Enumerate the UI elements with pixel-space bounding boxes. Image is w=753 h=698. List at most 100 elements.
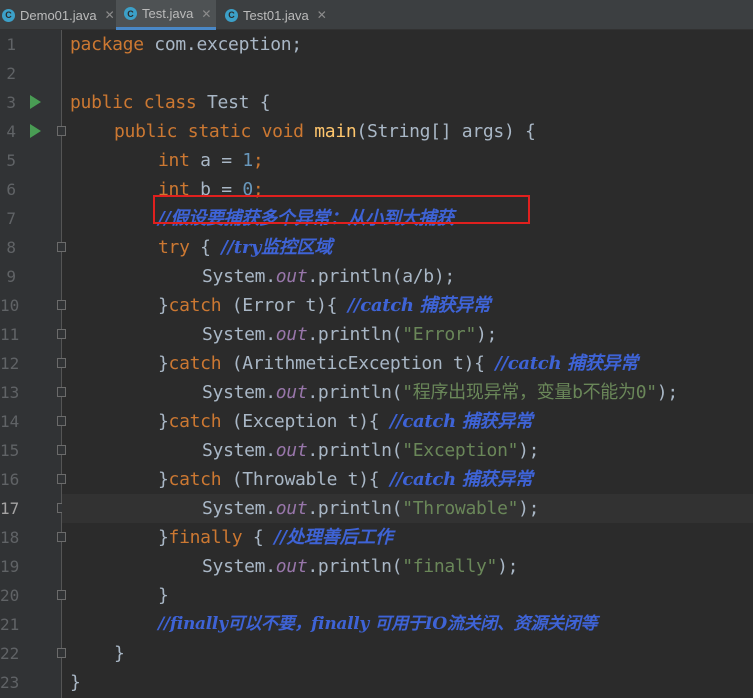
code-line: }catch (Exception t){ //catch 捕获异常	[62, 407, 753, 436]
code-line: int a = 1;	[62, 146, 753, 175]
code-line: System.out.println("Throwable");	[62, 494, 753, 523]
code-text: .println(	[307, 556, 403, 577]
keyword: public	[70, 92, 134, 113]
comment: //处理善后工作	[273, 527, 393, 548]
code-line: package com.exception;	[62, 30, 753, 59]
code-text: {	[242, 527, 274, 548]
code-text: ;	[252, 150, 264, 171]
keyword: finally	[168, 527, 243, 548]
code-text: }	[158, 411, 169, 432]
comment: //catch 捕获异常	[389, 469, 533, 490]
line-number: 9	[6, 267, 16, 286]
editor-tab-bar: C Demo01.java ✕ C Test.java ✕ C Test01.j…	[0, 0, 753, 30]
code-line: }catch (Error t){ //catch 捕获异常	[62, 291, 753, 320]
method-name: main	[314, 121, 357, 142]
keyword: public	[114, 121, 178, 142]
code-line: System.out.println("finally");	[62, 552, 753, 581]
code-text: System.	[202, 498, 276, 519]
line-number: 7	[6, 209, 16, 228]
code-line: }	[62, 581, 753, 610]
line-number: 22	[0, 644, 20, 663]
string-literal: "Throwable"	[402, 498, 519, 519]
string-literal: "程序出现异常，变量b不能为0"	[402, 382, 657, 403]
code-line: public class Test {	[62, 88, 753, 117]
code-text: );	[518, 440, 540, 461]
line-number: 21	[0, 615, 20, 634]
close-icon[interactable]: ✕	[201, 7, 211, 21]
line-number: 4	[6, 122, 16, 141]
code-line: }catch (Throwable t){ //catch 捕获异常	[62, 465, 753, 494]
line-number: 20	[0, 586, 20, 605]
code-text: (Exception t){	[221, 411, 390, 432]
line-number: 3	[6, 93, 16, 112]
code-text: {	[189, 237, 222, 258]
line-number-gutter: 1 2 3 4 5 6 7 8 9 10 11 12 13 14 15 16 1…	[0, 30, 66, 698]
keyword: catch	[168, 469, 222, 490]
code-text: System.	[202, 382, 276, 403]
line-number: 16	[0, 470, 20, 489]
code-line: }	[62, 639, 753, 668]
string-literal: "Exception"	[402, 440, 519, 461]
field-name: out	[275, 324, 308, 345]
code-text: }	[158, 295, 169, 316]
field-name: out	[275, 440, 308, 461]
field-name: out	[275, 266, 308, 287]
field-name: out	[275, 498, 308, 519]
code-line: //finally可以不要，finally 可用于IO流关闭、资源关闭等	[62, 610, 753, 639]
code-text: .println(	[307, 382, 403, 403]
code-text: System.	[202, 266, 276, 287]
code-line: }finally { //处理善后工作	[62, 523, 753, 552]
code-text: Test {	[196, 92, 271, 113]
code-text: (String[] args) {	[356, 121, 536, 142]
number-literal: 1	[242, 150, 253, 171]
run-main-icon[interactable]	[30, 124, 41, 138]
tab-demo01[interactable]: C Demo01.java ✕	[0, 0, 115, 30]
highlight-annotation-box	[153, 195, 530, 224]
keyword: catch	[168, 353, 222, 374]
code-text: System.	[202, 324, 276, 345]
tab-test[interactable]: C Test.java ✕	[116, 0, 216, 30]
code-text: a =	[189, 150, 243, 171]
line-number: 6	[6, 180, 16, 199]
code-text: );	[497, 556, 519, 577]
code-line: System.out.println(a/b);	[62, 262, 753, 291]
code-text: }	[70, 672, 81, 693]
close-icon[interactable]: ✕	[317, 8, 327, 22]
run-class-icon[interactable]	[30, 95, 41, 109]
code-text: .println(	[307, 498, 403, 519]
code-editor[interactable]: package com.exception; public class Test…	[62, 30, 753, 698]
line-number: 15	[0, 441, 20, 460]
code-line: System.out.println("Exception");	[62, 436, 753, 465]
tab-test01[interactable]: C Test01.java ✕	[217, 0, 337, 30]
tab-label: Test01.java	[243, 7, 309, 23]
code-text: (Error t){	[221, 295, 348, 316]
comment: //finally可以不要，finally 可用于IO流关闭、资源关闭等	[158, 614, 598, 634]
code-text: com.exception;	[143, 34, 302, 55]
line-number: 12	[0, 354, 20, 373]
code-line: System.out.println("Error");	[62, 320, 753, 349]
keyword: int	[158, 150, 190, 171]
keyword: try	[158, 237, 190, 258]
string-literal: "finally"	[402, 556, 498, 577]
code-text: .println(	[307, 440, 403, 461]
line-number: 8	[6, 238, 16, 257]
keyword: package	[70, 34, 144, 55]
code-text: }	[158, 585, 169, 606]
code-text: }	[158, 469, 169, 490]
field-name: out	[275, 382, 308, 403]
code-text: System.	[202, 556, 276, 577]
close-icon[interactable]: ✕	[105, 8, 115, 22]
line-number: 10	[0, 296, 20, 315]
line-number: 5	[6, 151, 16, 170]
keyword: catch	[168, 295, 222, 316]
code-text: );	[476, 324, 498, 345]
line-number: 17	[0, 499, 20, 518]
line-number: 14	[0, 412, 20, 431]
code-text: .println(a/b);	[307, 266, 455, 287]
code-text: (Throwable t){	[221, 469, 390, 490]
line-number: 2	[6, 64, 16, 83]
